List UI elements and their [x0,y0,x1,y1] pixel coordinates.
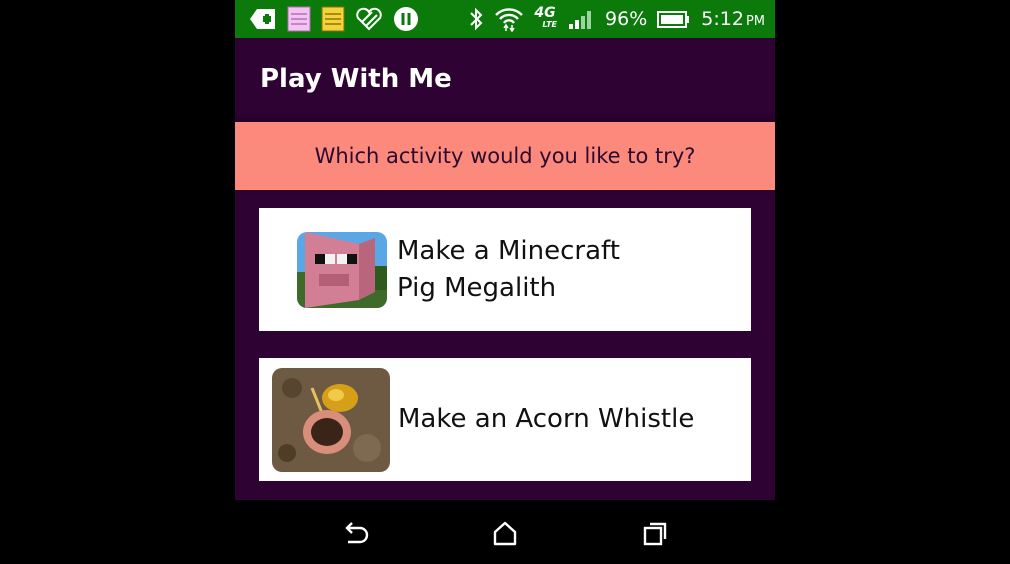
back-icon[interactable] [340,518,370,548]
battery-percent: 96% [605,8,648,30]
time-ampm: PM [745,14,765,29]
bluetooth-icon [470,7,483,31]
app-title: Play With Me [260,64,452,94]
pause-circle-icon [394,7,418,31]
activity-label: Make a Minecraft Pig Megalith [397,235,620,303]
acorn-whistle-thumbnail [272,367,390,472]
activity-label: Make an Acorn Whistle [398,404,695,434]
activity-card-acorn-whistle[interactable]: Make an Acorn Whistle [259,358,751,481]
app-bar: Play With Me [235,38,775,122]
status-time: 5:12 PM [701,8,765,30]
battery-icon [657,11,690,28]
navigation-bar [235,500,775,564]
prompt-text: Which activity would you like to try? [314,144,696,168]
minecraft-pig-megalith-thumbnail [297,231,387,308]
time-value: 5:12 [701,8,744,30]
heart-pattern-icon [356,7,382,31]
recent-apps-icon[interactable] [640,518,670,548]
prompt-banner: Which activity would you like to try? [235,122,775,190]
notepad-pink-icon [287,6,311,32]
signal-icon [569,11,592,29]
notepad-yellow-icon [321,6,345,32]
phone-screen: 4G LTE 96% 5:12 PM Play With Me Which act… [235,0,775,564]
activity-card-minecraft-pig[interactable]: Make a Minecraft Pig Megalith [259,208,751,331]
network-sub-label: LTE [542,20,558,29]
status-bar: 4G LTE 96% 5:12 PM [235,0,775,38]
network-label: 4G [534,5,556,21]
wifi-icon [495,8,524,32]
network-type-icon: 4G LTE [534,5,558,30]
medical-plus-icon [250,9,275,29]
home-icon[interactable] [490,518,520,548]
